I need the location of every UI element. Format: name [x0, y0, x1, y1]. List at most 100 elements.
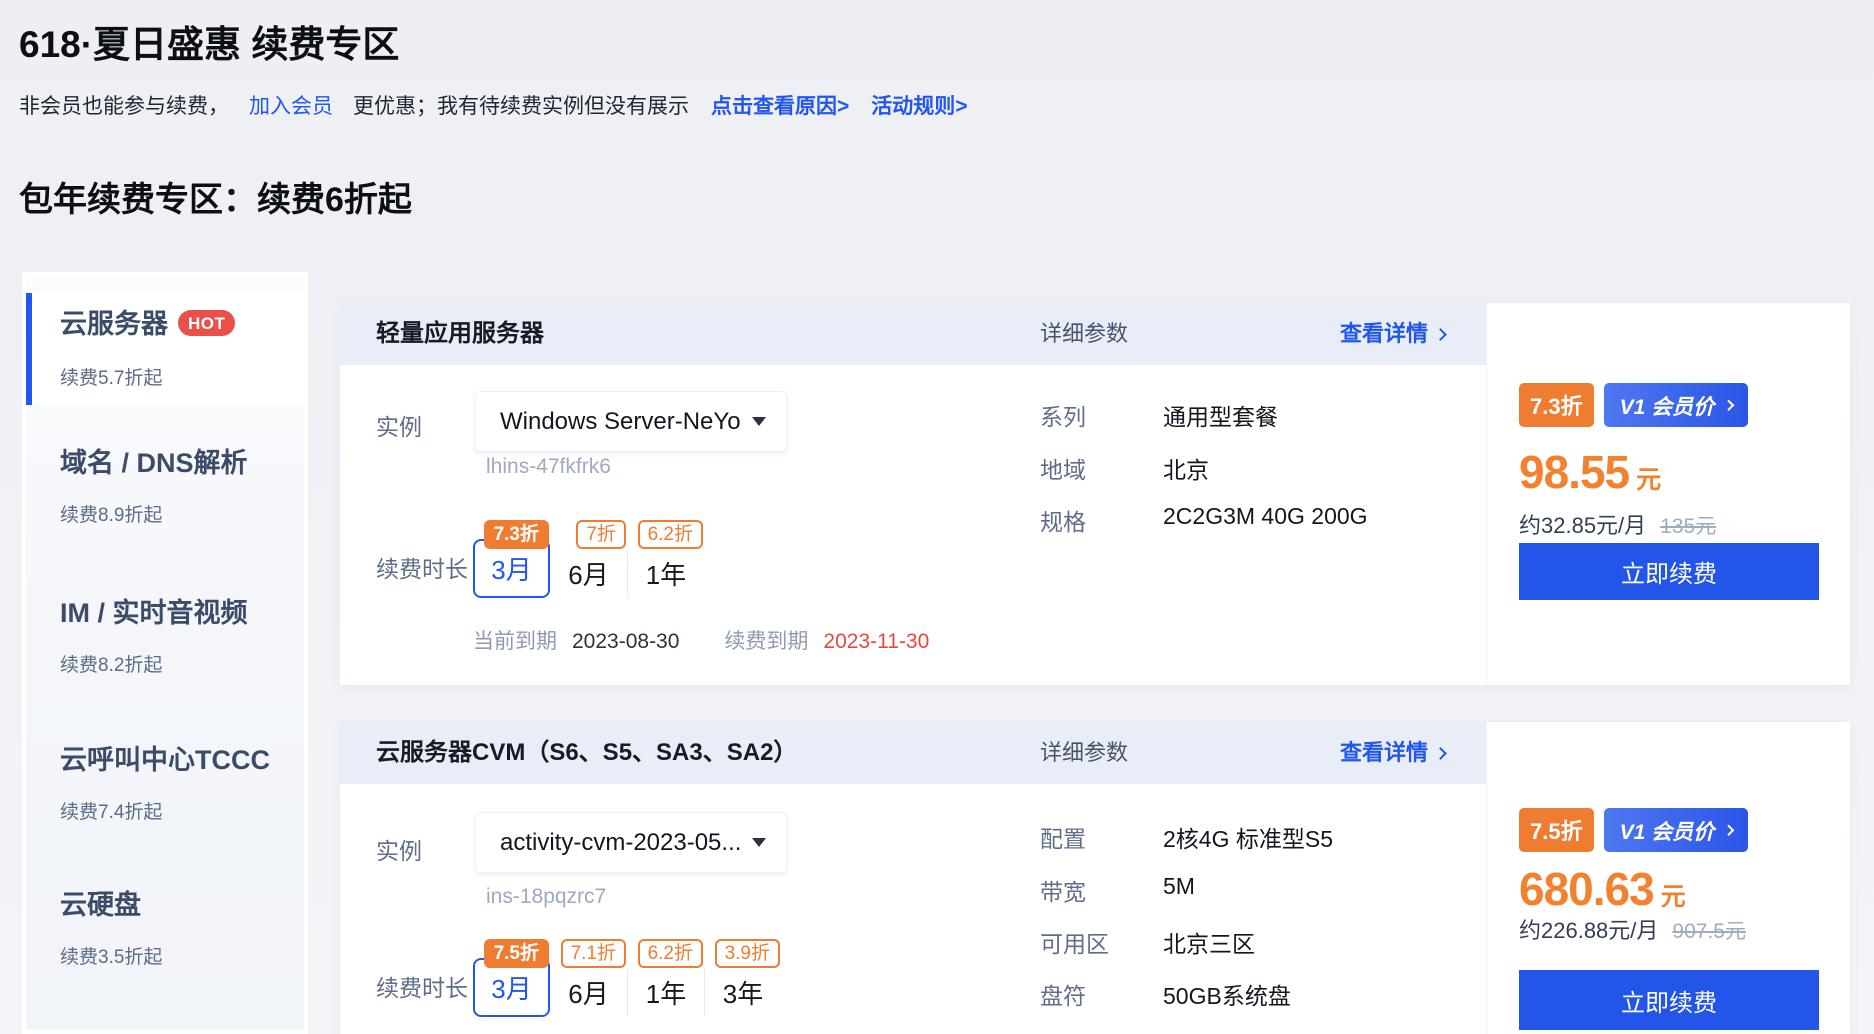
current-expiry-date: 2023-08-30	[572, 630, 679, 653]
spec-value: 5M	[1163, 873, 1195, 900]
member-price-badge[interactable]: V1 会员价	[1604, 808, 1749, 852]
activity-rules-link[interactable]: 活动规则>	[871, 95, 967, 118]
renewal-promo-page: 618·夏日盛惠 续费专区 非会员也能参与续费，加入会员更优惠；我有待续费实例但…	[0, 0, 1874, 1034]
chevron-right-icon	[1434, 328, 1447, 341]
instance-label: 实例	[376, 832, 422, 866]
duration-tab-1y[interactable]: 1年	[627, 549, 704, 597]
monthly-price-line: 约226.88元/月 907.5元	[1519, 913, 1746, 945]
card-title: 云服务器CVM（S6、S5、SA3、SA2）	[376, 722, 797, 784]
price-currency: 元	[1636, 466, 1661, 494]
instance-label: 实例	[376, 408, 422, 442]
renew-expiry-date: 2023-11-30	[823, 630, 929, 653]
spec-value: 北京	[1163, 451, 1209, 485]
sidebar-item-tccc[interactable]: 云呼叫中心TCCC 续费7.4折起	[26, 743, 304, 824]
view-details-link[interactable]: 查看详情	[1340, 722, 1445, 784]
spec-value: 2C2G3M 40G 200G	[1163, 503, 1368, 530]
duration-label: 续费时长	[376, 550, 468, 584]
params-label: 详细参数	[1040, 303, 1128, 365]
discount-badge: 7.5折	[484, 939, 549, 968]
duration-option: 7.3折 3月	[473, 520, 550, 598]
discount-badge: 7折	[576, 520, 626, 549]
duration-option: 3.9折 3年	[704, 939, 781, 1017]
original-price: 907.5元	[1672, 920, 1746, 943]
subtitle-mid-text: 更优惠；我有待续费实例但没有展示	[353, 95, 689, 118]
card-header: 云服务器CVM（S6、S5、SA3、SA2） 详细参数 查看详情	[340, 722, 1486, 784]
instance-id: ins-18pqzrc7	[486, 885, 606, 909]
duration-option: 7.5折 3月	[473, 939, 550, 1017]
spec-value: 50GB系统盘	[1163, 977, 1291, 1011]
instance-select[interactable]: Windows Server-NeYo	[475, 391, 787, 452]
sidebar-item-title: 云硬盘	[60, 888, 304, 922]
caret-down-icon	[752, 838, 766, 847]
duration-selector: 7.5折 3月 7.1折 6月 6.2折 1年 3.9折 3年	[473, 939, 781, 1017]
join-member-link[interactable]: 加入会员	[249, 95, 333, 118]
duration-tab-3y[interactable]: 3年	[704, 968, 781, 1016]
price: 680.63元	[1519, 862, 1686, 916]
duration-tab-6m[interactable]: 6月	[550, 968, 627, 1016]
spec-label: 配置	[1040, 820, 1086, 854]
card-header: 轻量应用服务器 详细参数 查看详情	[340, 303, 1486, 365]
discount-badge: 7.3折	[1519, 383, 1594, 427]
renew-now-button[interactable]: 立即续费	[1519, 543, 1819, 600]
spec-value: 通用型套餐	[1163, 398, 1278, 432]
instance-select-value: Windows Server-NeYo	[500, 408, 752, 436]
original-price: 135元	[1660, 515, 1716, 538]
subtitle-pre-text: 非会员也能参与续费，	[19, 95, 229, 118]
sidebar-item-discount: 续费3.5折起	[60, 942, 304, 969]
spec-label: 盘符	[1040, 977, 1086, 1011]
duration-tab-1y[interactable]: 1年	[627, 968, 704, 1016]
sidebar-item-cvm[interactable]: 云服务器 HOT 续费5.7折起	[26, 293, 304, 405]
spec-label: 规格	[1040, 503, 1086, 537]
chevron-right-icon	[1434, 747, 1447, 760]
chevron-right-icon	[1723, 399, 1734, 410]
discount-badge: 7.3折	[484, 520, 549, 549]
spec-label: 系列	[1040, 398, 1086, 432]
spec-value: 2核4G 标准型S5	[1163, 820, 1333, 854]
duration-option: 6.2折 1年	[627, 939, 704, 1017]
view-details-link[interactable]: 查看详情	[1340, 303, 1445, 365]
product-card-cvm: 云服务器CVM（S6、S5、SA3、SA2） 详细参数 查看详情 实例 acti…	[340, 722, 1850, 1034]
sidebar-item-im[interactable]: IM / 实时音视频 续费8.2折起	[26, 596, 304, 677]
sidebar-item-discount: 续费7.4折起	[60, 797, 304, 824]
sidebar-item-cbs[interactable]: 云硬盘 续费3.5折起	[26, 888, 304, 969]
instance-select-value: activity-cvm-2023-05...	[500, 829, 752, 857]
expiry-dates: 当前到期 2023-08-30 续费到期 2023-11-30	[473, 625, 929, 655]
instance-select[interactable]: activity-cvm-2023-05...	[475, 812, 787, 873]
view-reason-link[interactable]: 点击查看原因>	[711, 95, 849, 118]
member-price-badge[interactable]: V1 会员价	[1604, 383, 1749, 427]
renew-now-button[interactable]: 立即续费	[1519, 970, 1819, 1030]
discount-badge: 6.2折	[638, 939, 703, 968]
sidebar-item-dns[interactable]: 域名 / DNS解析 续费8.9折起	[26, 446, 304, 527]
duration-option: 6.2折 1年	[627, 520, 704, 598]
sidebar-item-title: IM / 实时音视频	[60, 596, 304, 630]
instance-id: lhins-47fkfrk6	[486, 455, 611, 479]
monthly-price: 约226.88元/月	[1519, 918, 1658, 943]
price: 98.55元	[1519, 445, 1661, 499]
duration-selector: 7.3折 3月 7折 6月 6.2折 1年	[473, 520, 704, 598]
spec-label: 地域	[1040, 451, 1086, 485]
spec-value: 北京三区	[1163, 925, 1255, 959]
section-title: 包年续费专区：续费6折起	[19, 172, 412, 221]
duration-tab-6m[interactable]: 6月	[550, 549, 627, 597]
sidebar-item-discount: 续费8.2折起	[60, 650, 304, 677]
price-amount: 680.63	[1519, 863, 1654, 915]
chevron-right-icon	[1723, 824, 1734, 835]
sidebar-item-title: 域名 / DNS解析	[60, 446, 304, 480]
hot-badge: HOT	[178, 310, 235, 336]
renew-expiry-label: 续费到期	[724, 630, 808, 653]
duration-option: 7折 6月	[550, 520, 627, 598]
duration-option: 7.1折 6月	[550, 939, 627, 1017]
discount-badge: 7.5折	[1519, 808, 1594, 852]
sidebar-item-title: 云服务器	[60, 309, 168, 339]
params-label: 详细参数	[1040, 722, 1128, 784]
sidebar-item-title: 云呼叫中心TCCC	[60, 743, 304, 777]
sidebar-item-discount: 续费5.7折起	[60, 363, 304, 390]
discount-badge: 3.9折	[715, 939, 780, 968]
product-card-lighthouse: 轻量应用服务器 详细参数 查看详情 实例 Windows Server-NeYo…	[340, 303, 1850, 685]
monthly-price-line: 约32.85元/月 135元	[1519, 508, 1716, 540]
current-expiry-label: 当前到期	[473, 630, 557, 653]
monthly-price: 约32.85元/月	[1519, 513, 1646, 538]
duration-label: 续费时长	[376, 969, 468, 1003]
spec-label: 可用区	[1040, 925, 1109, 959]
price-currency: 元	[1661, 883, 1686, 911]
